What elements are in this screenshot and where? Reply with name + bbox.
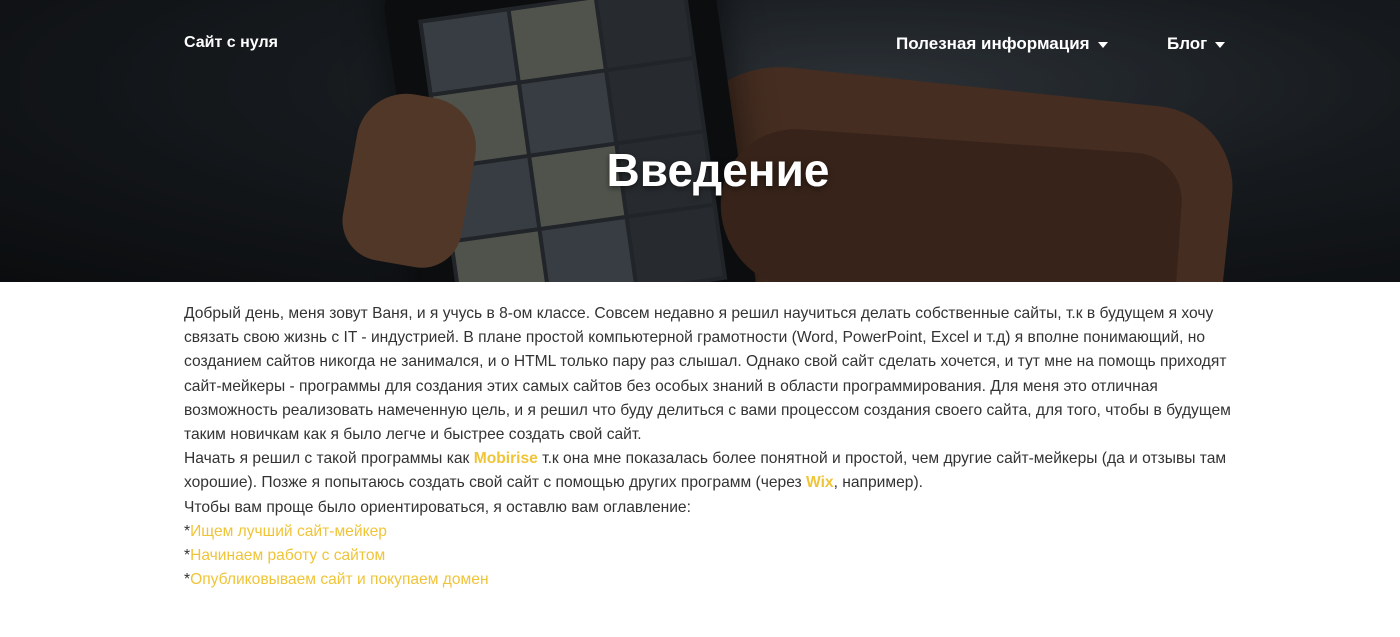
program-paragraph: Начать я решил с такой программы как Mob…	[184, 447, 1249, 495]
top-navbar: Сайт с нуля Полезная информация Блог	[0, 0, 1400, 88]
toc-intro: Чтобы вам проще было ориентироваться, я …	[184, 498, 691, 516]
caret-down-icon	[1215, 42, 1226, 48]
article-body: Добрый день, меня зовут Ваня, и я учусь …	[184, 302, 1249, 592]
program-text-end: , например).	[833, 474, 923, 492]
menu-blog-label: Блог	[1167, 34, 1208, 53]
caret-down-icon	[1097, 42, 1108, 48]
menu-useful-info-label: Полезная информация	[896, 34, 1090, 53]
toc-item: *Опубликовываем сайт и покупаем домен	[184, 568, 1249, 592]
hero-banner: Сайт с нуля Полезная информация Блог Вве…	[0, 0, 1400, 282]
toc-link-best-sitemaker[interactable]: Ищем лучший сайт-мейкер	[190, 523, 387, 540]
mobirise-link[interactable]: Mobirise	[474, 450, 538, 467]
wix-link[interactable]: Wix	[806, 474, 834, 491]
toc-item: *Ищем лучший сайт-мейкер	[184, 520, 1249, 544]
program-text-start: Начать я решил с такой программы как	[184, 450, 474, 468]
toc-item: *Начинаем работу с сайтом	[184, 544, 1249, 568]
toc-link-start-work[interactable]: Начинаем работу с сайтом	[190, 547, 385, 564]
menu-blog[interactable]: Блог	[1167, 34, 1226, 54]
intro-paragraph: Добрый день, меня зовут Ваня, и я учусь …	[184, 305, 1231, 444]
page-title: Введение	[606, 143, 830, 196]
toc-link-publish-site[interactable]: Опубликовываем сайт и покупаем домен	[190, 571, 488, 588]
menu-useful-info[interactable]: Полезная информация	[896, 34, 1108, 54]
brand-link[interactable]: Сайт с нуля	[184, 34, 278, 52]
